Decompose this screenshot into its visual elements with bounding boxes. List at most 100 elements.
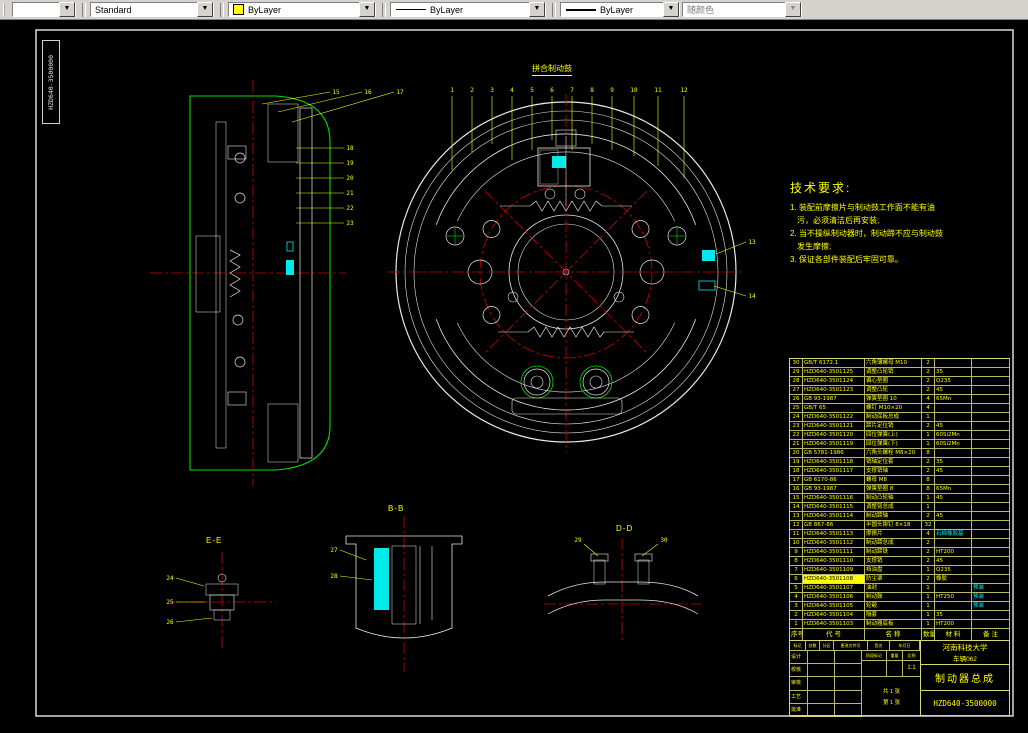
sign-cell [808,690,835,704]
bom-cell-no: 14 [790,503,803,512]
bom-cell-mat: 60Si2Mn [935,431,972,440]
bom-row: 4 HZD640-3501106 制动鼓 1 HT250 预装 [790,593,1010,602]
chevron-down-icon[interactable]: ▼ [529,2,545,17]
bom-cell-code: HZD640-3501115 [803,503,865,512]
bom-cell-remark [972,386,1010,395]
bom-cell-name: 回位弹簧(上) [865,431,922,440]
bom-cell-remark [972,557,1010,566]
drum-annotation-label: 拼合制动鼓 [532,63,572,76]
strip-cell: 处数 [806,641,820,651]
bom-cell-qty: 2 [922,422,935,431]
chevron-down-icon[interactable]: ▼ [359,2,375,17]
svg-text:24: 24 [166,575,174,582]
chevron-down-icon[interactable]: ▼ [663,2,679,17]
cyan-part [702,250,715,261]
sign-label: 工艺 [790,690,808,704]
bom-cell-name: 制动底板总成 [865,413,922,422]
bom-cell-qty: 2 [922,557,935,566]
bom-cell-name: 制动蹄总成 [865,539,922,548]
weight-label: 重量 [887,651,903,661]
lineweight-control-combo[interactable]: ByLayer ▼ [560,2,680,17]
bom-cell-code: GB 93-1987 [803,485,865,494]
svg-text:11: 11 [654,87,662,94]
svg-text:21: 21 [346,190,354,197]
bom-cell-qty: 1 [922,440,935,449]
signature-rows: 设计 校核 审核 工艺 批准 [790,651,862,717]
bom-cell-name: 制动器底板 [865,620,922,629]
center-callouts: 1 2 3 4 5 6 7 8 9 10 11 12 13 14 [450,87,756,300]
bom-cell-no: 30 [790,359,803,368]
svg-text:3: 3 [490,87,494,94]
bom-row: 29 HZD640-3501125 调整凸轮销 2 35 [790,368,1010,377]
bom-cell-name: 螺钉 M10×20 [865,404,922,413]
bom-cell-code: HZD640-3501125 [803,368,865,377]
bom-cell-code: HZD640-3501107 [803,584,865,593]
bom-cell-name: 回位弹簧(下) [865,440,922,449]
bom-cell-no: 12 [790,521,803,530]
bom-cell-code: HZD640-3501105 [803,602,865,611]
bom-cell-code: GB 6170-86 [803,476,865,485]
title-block-right: 河南科技大学 车辆062 制动器总成 HZD640-3500000 [921,641,1009,715]
bom-cell-name: 摩擦片 [865,530,922,539]
bom-cell-no: 19 [790,458,803,467]
svg-text:15: 15 [332,89,340,96]
sheet-index: 第 1 张 [882,700,901,707]
chevron-down-icon[interactable]: ▼ [59,2,75,17]
bom-cell-mat [935,584,972,593]
sign-cell [835,664,862,678]
bom-cell-qty: 2 [922,377,935,386]
bom-cell-no: 9 [790,548,803,557]
bom-cell-no: 17 [790,476,803,485]
toolbar-separator [220,2,224,17]
bom-cell-remark [972,359,1010,368]
toolbar-separator [82,2,86,17]
bom-cell-name: 制动凸轮轴 [865,494,922,503]
sign-label: 设计 [790,651,808,665]
cad-application-window: ▼ Standard ▼ ByLayer ▼ ByLayer ▼ ByLayer… [0,0,1028,733]
svg-text:27: 27 [330,547,338,554]
bom-cell-code: HZD640-3501114 [803,512,865,521]
bom-row: 28 HZD640-3501124 偏心垫圈 2 Q235 [790,377,1010,386]
color-control-value: ByLayer [248,4,282,15]
section-bb: 27 28 [330,516,463,672]
bom-cell-qty: 2 [922,539,935,548]
bom-row: 20 GB 5781-1986 六角头螺栓 M8×20 8 [790,449,1010,458]
bom-cell-no: 6 [790,575,803,584]
bom-cell-code: HZD640-3501116 [803,494,865,503]
bom-cell-remark [972,368,1010,377]
bom-cell-no: 10 [790,539,803,548]
bom-cell-code: HZD640-3501103 [803,620,865,629]
bom-cell-mat: 35 [935,611,972,620]
bom-row: 10 HZD640-3501112 制动蹄总成 2 [790,539,1010,548]
svg-text:23: 23 [346,220,354,227]
text-style-value: Standard [95,4,132,15]
color-control-combo[interactable]: ByLayer ▼ [228,2,376,17]
svg-text:28: 28 [330,573,338,580]
svg-text:17: 17 [396,89,404,96]
bom-cell-remark [972,458,1010,467]
bom-cell-no: 27 [790,386,803,395]
lineweight-sample-icon [566,8,596,11]
dim-style-combo[interactable]: ▼ [12,2,76,17]
bom-cell-code: GB 5781-1986 [803,449,865,458]
bom-cell-name: 调整臂总成 [865,503,922,512]
linetype-control-combo[interactable]: ByLayer ▼ [390,2,546,17]
toolbar-separator [552,2,556,17]
text-style-combo[interactable]: Standard ▼ [90,2,214,17]
color-swatch-icon [233,4,244,15]
toolbar-grip[interactable] [3,3,9,16]
bom-cell-mat: 45 [935,494,972,503]
bom-cell-remark: 预装 [972,584,1010,593]
svg-text:6: 6 [550,87,554,94]
bom-cell-mat: 35 [935,368,972,377]
bom-cell-mat: 45 [935,557,972,566]
strip-cell: 签名 [868,641,890,651]
bom-cell-qty: 2 [922,359,935,368]
title-block-left: 标记 处数 分区 更改文件号 签名 年月日 设计 校核 审核 工艺 批准 阶段标… [790,641,921,717]
tech-req-line: 2. 当不操纵制动器时，制动蹄不应与制动鼓 [790,229,943,238]
chevron-down-icon[interactable]: ▼ [197,2,213,17]
bom-cell-mat: 65Mn [935,395,972,404]
bom-cell-code: HZD640-3501106 [803,593,865,602]
bom-cell-qty: 2 [922,458,935,467]
svg-text:22: 22 [346,205,354,212]
